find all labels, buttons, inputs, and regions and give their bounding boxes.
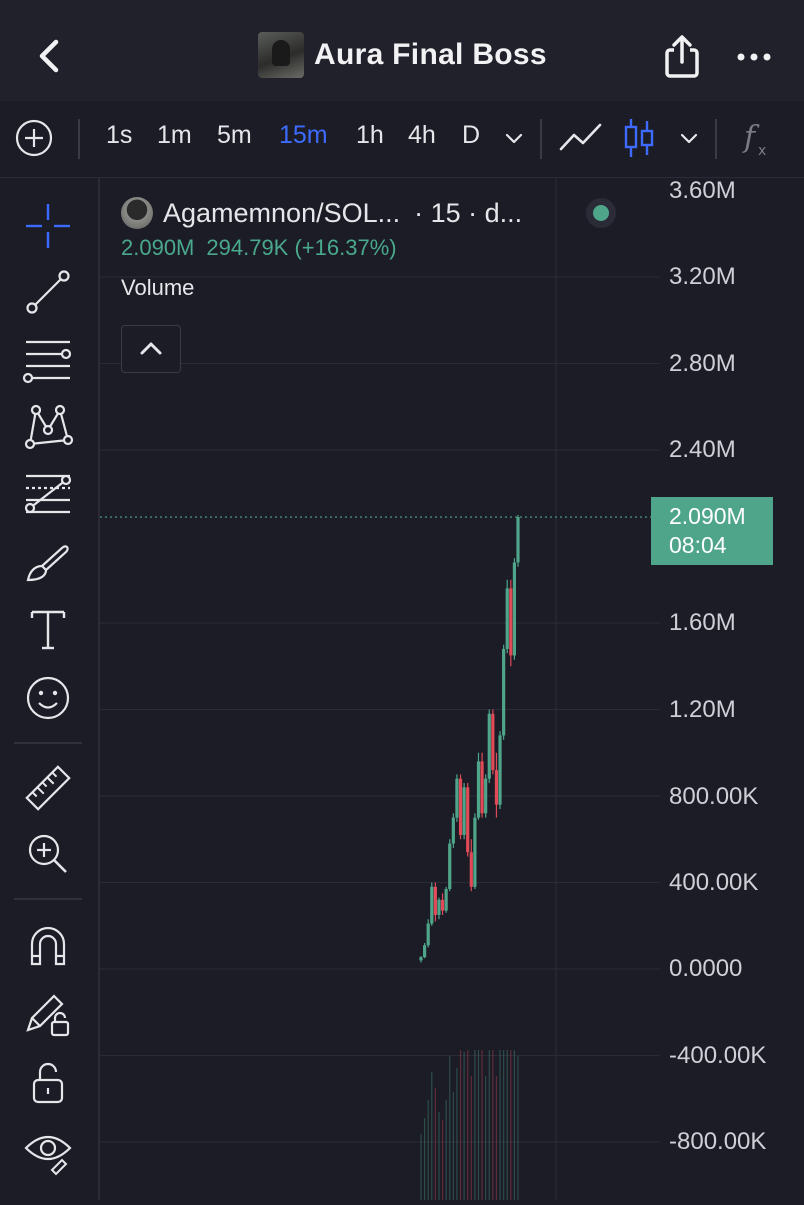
candle-body: [494, 770, 499, 805]
candle-body: [480, 761, 484, 814]
last-price: 2.090M: [121, 235, 195, 260]
candle-body: [469, 852, 473, 887]
symbol-meta: · 15 · d...: [414, 197, 523, 228]
toolbar-divider: [715, 119, 717, 159]
price-axis-label: 3.20M: [669, 263, 736, 290]
text-icon[interactable]: [22, 604, 74, 656]
candle-body: [419, 957, 423, 961]
interval-1s[interactable]: 1s: [106, 121, 132, 150]
chevron-down-icon[interactable]: [503, 127, 525, 149]
candle-body: [491, 713, 495, 771]
back-arrow-icon[interactable]: [30, 36, 70, 76]
symbol-avatar: [121, 197, 153, 229]
toolbar-divider: [14, 898, 82, 900]
toolbar-divider: [78, 119, 80, 159]
price-axis-label: 400.00K: [669, 869, 759, 896]
candle-body: [473, 817, 477, 887]
drawing-tools-panel: [0, 178, 100, 1200]
candlestick-chart-icon[interactable]: [622, 115, 656, 161]
add-indicator-icon[interactable]: [14, 118, 54, 158]
brush-icon[interactable]: [22, 536, 74, 588]
candle-body: [426, 923, 430, 946]
toolbar-divider: [14, 742, 82, 744]
candle-body: [455, 778, 459, 818]
price-tag-value: 2.090M: [669, 503, 746, 529]
chevron-up-icon: [140, 342, 162, 355]
token-avatar: [258, 32, 304, 78]
toolbar-divider: [540, 119, 542, 159]
chart-legend: Agamemnon/SOL... · 15 · d... 2.090M 294.…: [121, 195, 616, 373]
chevron-down-icon[interactable]: [678, 127, 700, 149]
token-title: Aura Final Boss: [258, 32, 547, 78]
crosshair-icon[interactable]: [22, 200, 74, 252]
lock-icon[interactable]: [22, 1056, 74, 1108]
candle-body: [444, 888, 448, 911]
interval-1m[interactable]: 1m: [157, 121, 192, 150]
candle-body: [451, 817, 455, 844]
indicator-label[interactable]: Volume: [121, 275, 522, 301]
pattern-icon[interactable]: [22, 400, 74, 452]
magnet-icon[interactable]: [22, 920, 74, 972]
line-chart-icon[interactable]: [558, 115, 604, 161]
candle-body: [466, 787, 470, 853]
interval-15m[interactable]: 15m: [279, 121, 328, 150]
candle-body: [487, 713, 491, 779]
price-change-row: 2.090M 294.79K (+16.37%): [121, 235, 522, 261]
chart-toolbar: 1s 1m 5m 15m 1h 4h D f x: [0, 101, 804, 178]
current-price-tag: 2.090M 08:04: [651, 497, 773, 565]
interval-4h[interactable]: 4h: [408, 121, 436, 150]
candle-body: [498, 735, 502, 805]
lock-drawing-icon[interactable]: [22, 988, 74, 1040]
candle-body: [433, 886, 437, 915]
page-title: Aura Final Boss: [314, 38, 547, 71]
candle-body: [430, 886, 434, 924]
top-bar: Aura Final Boss: [0, 0, 804, 101]
trend-line-icon[interactable]: [22, 266, 74, 318]
candle-body: [476, 761, 481, 818]
svg-text:x: x: [758, 143, 766, 159]
candle-body: [458, 778, 463, 835]
candle-body: [516, 517, 520, 563]
interval-1h[interactable]: 1h: [356, 121, 384, 150]
fib-icon[interactable]: [22, 468, 74, 520]
interval-5m[interactable]: 5m: [217, 121, 252, 150]
candle-body: [502, 648, 506, 736]
price-axis-label: 800.00K: [669, 783, 759, 810]
symbol-row[interactable]: Agamemnon/SOL... · 15 · d...: [121, 195, 616, 231]
price-axis-label: 1.60M: [669, 609, 736, 636]
emoji-icon[interactable]: [22, 672, 74, 724]
price-axis-label: -400.00K: [669, 1042, 767, 1069]
candle-body: [505, 588, 509, 649]
candle-body: [422, 945, 427, 958]
function-icon[interactable]: f x: [740, 115, 776, 161]
status-dot-icon: [586, 198, 616, 228]
price-axis-label: 2.40M: [669, 436, 736, 463]
price-change: 294.79K (+16.37%): [206, 235, 397, 260]
collapse-legend-button[interactable]: [121, 325, 181, 373]
candle-body: [440, 899, 445, 911]
ruler-icon[interactable]: [22, 762, 74, 814]
candle-body: [512, 562, 517, 656]
symbol-name: Agamemnon/SOL...: [163, 197, 401, 228]
candle-body: [448, 843, 452, 889]
candle-body: [484, 778, 488, 814]
candle-body: [509, 588, 513, 656]
horizontal-lines-icon[interactable]: [22, 334, 74, 386]
candle-body: [437, 899, 441, 915]
price-axis-label: -800.00K: [669, 1128, 767, 1155]
share-icon[interactable]: [660, 34, 704, 80]
price-axis-label: 1.20M: [669, 696, 736, 723]
zoom-in-icon[interactable]: [22, 828, 74, 880]
interval-d[interactable]: D: [462, 121, 480, 150]
price-axis-label: 0.0000: [669, 955, 743, 982]
eye-icon[interactable]: [22, 1124, 74, 1176]
candle-body: [462, 787, 466, 835]
more-options-icon[interactable]: [734, 42, 774, 72]
price-tag-countdown: 08:04: [669, 532, 727, 558]
price-axis-label: 2.80M: [669, 350, 736, 377]
price-axis-label: 3.60M: [669, 177, 736, 204]
